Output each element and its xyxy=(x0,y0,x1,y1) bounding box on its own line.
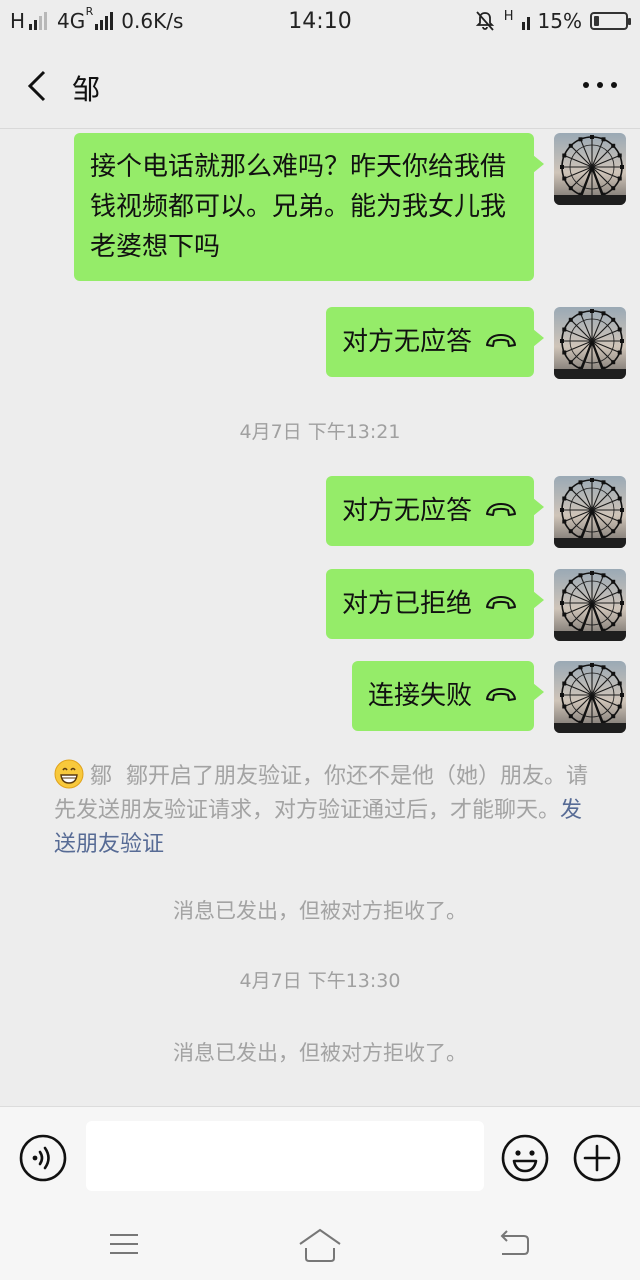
timestamp: 4月7日 下午13:30 xyxy=(239,970,401,992)
chat-title: 邹 xyxy=(72,73,101,106)
chat-area[interactable]: 接个电话就那么难吗？昨天你给我借钱视频都可以。兄弟。能为我女儿我老婆想下吗 对方… xyxy=(0,129,640,1106)
input-bar xyxy=(0,1106,640,1209)
verify-name: 鄒 xyxy=(90,764,113,789)
message-row: 接个电话就那么难吗？昨天你给我借钱视频都可以。兄弟。能为我女儿我老婆想下吗 xyxy=(74,133,626,281)
emoji-icon[interactable] xyxy=(500,1133,550,1183)
message-row: 对方无应答 xyxy=(325,476,626,548)
call-bubble[interactable]: 对方已拒绝 xyxy=(325,569,545,639)
call-bubble[interactable]: 对方无应答 xyxy=(325,476,545,546)
back-arrow-icon[interactable] xyxy=(20,66,60,106)
message-bubble[interactable]: 接个电话就那么难吗？昨天你给我借钱视频都可以。兄弟。能为我女儿我老婆想下吗 xyxy=(74,133,544,281)
call-status-text: 对方无应答 xyxy=(341,496,472,526)
more-dots-icon[interactable] xyxy=(580,70,620,100)
friend-verify-notice: 鄒 鄒开启了朋友验证，你还不是他（她）朋友。请先发送朋友验证请求，对方验证通过后… xyxy=(54,759,594,862)
phone-hangup-icon xyxy=(484,322,518,362)
mute-bell-icon xyxy=(475,11,494,31)
status-right: H 15% xyxy=(474,9,631,33)
battery-level xyxy=(594,16,599,26)
phone-hangup-icon xyxy=(484,491,518,531)
system-message: 消息已发出，但被对方拒收了。 xyxy=(173,1041,467,1065)
call-bubble[interactable]: 对方无应答 xyxy=(325,307,545,377)
system-message: 消息已发出，但被对方拒收了。 xyxy=(173,899,467,923)
system-nav-bar xyxy=(0,1208,640,1280)
call-status-text: 对方已拒绝 xyxy=(341,589,472,619)
avatar[interactable] xyxy=(554,661,626,733)
call-bubble[interactable]: 连接失败 xyxy=(351,661,545,731)
voice-icon[interactable] xyxy=(18,1133,68,1183)
message-row: 对方无应答 xyxy=(325,307,626,379)
message-row: 对方已拒绝 xyxy=(325,569,626,641)
avatar[interactable] xyxy=(554,133,626,205)
signal-type: H xyxy=(503,9,514,24)
chat-header: 邹 xyxy=(0,44,640,129)
phone-hangup-icon xyxy=(484,676,518,716)
call-status-text: 对方无应答 xyxy=(341,327,472,357)
plus-icon[interactable] xyxy=(572,1133,622,1183)
avatar[interactable] xyxy=(554,476,626,548)
back-icon[interactable] xyxy=(494,1224,534,1264)
avatar[interactable] xyxy=(554,569,626,641)
phone-hangup-icon xyxy=(484,584,518,624)
timestamp: 4月7日 下午13:21 xyxy=(239,421,401,443)
home-icon[interactable] xyxy=(296,1220,344,1268)
avatar[interactable] xyxy=(554,307,626,379)
battery-percent: 15% xyxy=(537,9,582,33)
message-text: 接个电话就那么难吗？昨天你给我借钱视频都可以。兄弟。能为我女儿我老婆想下吗 xyxy=(90,152,507,262)
signal-bars-3-icon xyxy=(521,12,530,30)
status-bar: H 4G R 0.6K/s 14:10 H 15% xyxy=(0,0,640,44)
message-input[interactable] xyxy=(86,1121,484,1191)
grin-emoji-icon xyxy=(54,759,84,789)
call-status-text: 连接失败 xyxy=(367,681,472,711)
battery-icon xyxy=(590,12,631,30)
message-row: 连接失败 xyxy=(351,661,626,733)
verify-text: 鄒开启了朋友验证，你还不是他（她）朋友。请先发送朋友验证请求，对方验证通过后，才… xyxy=(54,764,589,823)
menu-icon[interactable] xyxy=(104,1224,144,1264)
